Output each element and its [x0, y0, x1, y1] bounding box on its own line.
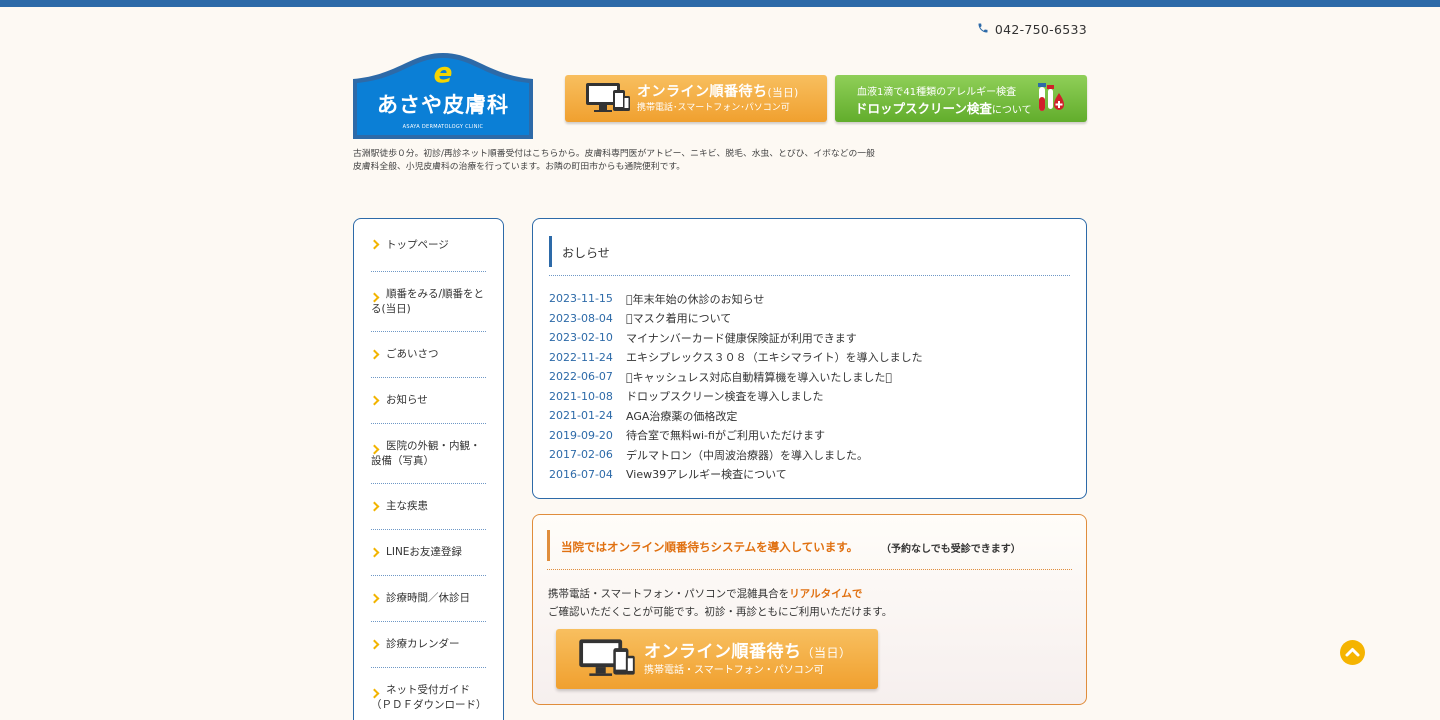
news-text: デルマトロン（中周波治療器）を導入しました。 — [626, 448, 868, 462]
news-text: 􀀀キャッシュレス対応自動精算機を導入いたしました􀀀 — [626, 370, 892, 384]
news-item[interactable]: 2022-06-07 􀀀キャッシュレス対応自動精算機を導入いたしました􀀀 — [549, 367, 923, 387]
news-text: AGA治療薬の価格改定 — [626, 409, 738, 423]
news-text: 待合室で無料wi-fiがご利用いただけます — [626, 429, 825, 443]
sidebar-item-greeting[interactable]: ごあいさつ — [371, 332, 486, 378]
logo-name: あさや皮膚科 — [377, 93, 509, 117]
news-date: 2019-09-20 — [549, 428, 613, 442]
news-date: 2023-08-04 — [549, 311, 613, 325]
sidebar-item-calendar[interactable]: 診療カレンダー — [371, 622, 486, 668]
allergy-banner-line2: ドロップスクリーン検査 — [855, 101, 992, 116]
sidebar-item-guide[interactable]: ネット受付ガイド（ＰＤＦダウンロード） — [371, 668, 487, 720]
notice-body-line1: 携帯電話・スマートフォン・パソコンで混雑具合を — [548, 588, 790, 600]
news-date: 2017-02-06 — [549, 448, 613, 462]
chevron-up-icon — [1340, 640, 1365, 665]
online-banner-title: オンライン順番待ち — [637, 83, 768, 100]
online-banner-title-note: (当日) — [767, 86, 799, 99]
sidebar-item-diseases[interactable]: 主な疾患 — [371, 484, 486, 530]
notice-title: 当院ではオンライン順番待ちシステムを導入しています。 — [561, 540, 859, 554]
news-item[interactable]: 2023-11-15 􀀀年末年始の休診のお知らせ — [549, 289, 923, 309]
news-panel: おしらせ 2023-11-15 􀀀年末年始の休診のお知らせ 2023-08-04 􀀀… — [532, 218, 1087, 499]
news-list: 2023-11-15 􀀀年末年始の休診のお知らせ 2023-08-04 􀀀マスク着用… — [549, 289, 923, 484]
back-to-top-button[interactable] — [1340, 640, 1365, 665]
top-accent-bar — [0, 0, 1440, 7]
notice-header: 当院ではオンライン順番待ちシステムを導入しています。 （予約なしでも受診できます… — [547, 530, 1072, 570]
sidebar-item-queue[interactable]: 順番をみる/順番をとる(当日) — [371, 272, 486, 332]
notice-banner-title-note: （当日） — [801, 645, 852, 660]
notice-body-highlight: リアルタイムで — [789, 588, 863, 600]
sidebar-item-line[interactable]: LINEお友達登録 — [371, 530, 486, 576]
news-date: 2021-10-08 — [549, 389, 613, 403]
online-banner-subtitle: 携帯電話･スマートフォン･パソコン可 — [637, 102, 790, 113]
news-item[interactable]: 2021-01-24 AGA治療薬の価格改定 — [549, 406, 923, 426]
notice-header-accent — [547, 530, 550, 561]
news-date: 2023-11-15 — [549, 292, 613, 306]
news-date: 2016-07-04 — [549, 467, 613, 481]
allergy-test-banner[interactable]: 血液1滴で41種類のアレルギー検査 ドロップスクリーン検査について — [835, 75, 1087, 122]
sidebar-item-news[interactable]: お知らせ — [371, 378, 486, 424]
clinic-logo[interactable]: e あさや皮膚科 ASAYA DERMATOLOGY CLINIC — [353, 53, 533, 139]
news-item[interactable]: 2019-09-20 待合室で無料wi-fiがご利用いただけます — [549, 426, 923, 446]
news-date: 2023-02-10 — [549, 331, 613, 345]
sidebar-item-hours[interactable]: 診療時間／休診日 — [371, 576, 486, 622]
news-item[interactable]: 2021-10-08 ドロップスクリーン検査を導入しました — [549, 387, 923, 407]
online-queue-banner[interactable]: オンライン順番待ち(当日) 携帯電話･スマートフォン･パソコン可 — [565, 75, 827, 122]
news-item[interactable]: 2023-02-10 マイナンバーカード健康保険証が利用できます — [549, 328, 923, 348]
allergy-banner-line1: 血液1滴で41種類のアレルギー検査 — [857, 87, 1017, 98]
sidebar-item-photos[interactable]: 医院の外観・内観・設備（写真） — [371, 424, 486, 484]
logo-subtitle: ASAYA DERMATOLOGY CLINIC — [402, 124, 484, 130]
news-date: 2022-11-24 — [549, 350, 613, 364]
sidebar-nav: トップページ 順番をみる/順番をとる(当日) ごあいさつ お知らせ 医院の外観・… — [353, 218, 504, 720]
logo-mark: e — [433, 56, 453, 89]
news-text: ドロップスクリーン検査を導入しました — [626, 390, 824, 404]
news-text: 􀀀マスク着用について — [626, 312, 732, 326]
news-text: View39アレルギー検査について — [626, 468, 787, 482]
allergy-banner-suffix: について — [991, 105, 1032, 116]
phone-text: 042-750-6533 — [994, 22, 1087, 37]
news-header-accent — [549, 236, 552, 267]
sidebar-item-top[interactable]: トップページ — [371, 219, 486, 272]
clinic-intro-text: 古淵駅徒歩０分。初診/再診ネット順番受付はこちらから。皮膚科専門医がアトピー、ニ… — [353, 149, 875, 172]
devices-icon — [585, 81, 637, 117]
news-text: 􀀀年末年始の休診のお知らせ — [626, 292, 765, 306]
news-date: 2022-06-07 — [549, 370, 613, 384]
news-item[interactable]: 2017-02-06 デルマトロン（中周波治療器）を導入しました。 — [549, 445, 923, 465]
notice-banner-title: オンライン順番待ち — [644, 641, 802, 662]
news-date: 2021-01-24 — [549, 409, 613, 423]
notice-body-line2: ご確認いただくことが可能です。初診・再診ともにご利用いただけます。 — [548, 606, 893, 618]
news-item[interactable]: 2022-11-24 エキシプレックス３０８（エキシマライト）を導入しました — [549, 348, 923, 368]
phone-number[interactable]: 042-750-6533 — [977, 22, 1087, 37]
phone-icon — [977, 22, 989, 37]
news-item[interactable]: 2023-08-04 􀀀マスク着用について — [549, 309, 923, 329]
news-header: おしらせ — [549, 236, 1070, 276]
news-item[interactable]: 2016-07-04 View39アレルギー検査について — [549, 465, 923, 485]
notice-banner-subtitle: 携帯電話・スマートフォン・パソコン可 — [644, 664, 824, 676]
news-text: マイナンバーカード健康保険証が利用できます — [626, 331, 857, 345]
online-queue-notice: 当院ではオンライン順番待ちシステムを導入しています。 （予約なしでも受診できます… — [532, 514, 1087, 705]
news-title: おしらせ — [562, 246, 610, 260]
notice-online-queue-button[interactable]: オンライン順番待ち（当日） 携帯電話・スマートフォン・パソコン可 — [556, 629, 878, 689]
devices-icon — [578, 636, 644, 682]
notice-note: （予約なしでも受診できます） — [881, 544, 1021, 555]
notice-body: 携帯電話・スマートフォン・パソコンで混雑具合をリアルタイムで ご確認いただくこと… — [548, 585, 892, 621]
news-text: エキシプレックス３０８（エキシマライト）を導入しました — [626, 351, 923, 365]
